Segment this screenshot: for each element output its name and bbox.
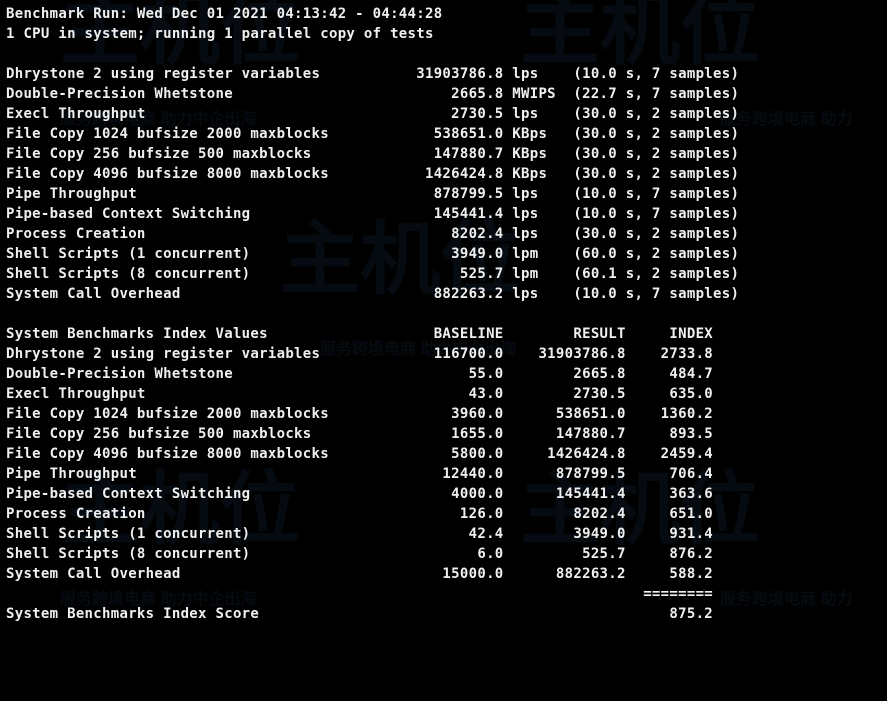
terminal-output: Benchmark Run: Wed Dec 01 2021 04:13:42 … <box>0 0 887 624</box>
